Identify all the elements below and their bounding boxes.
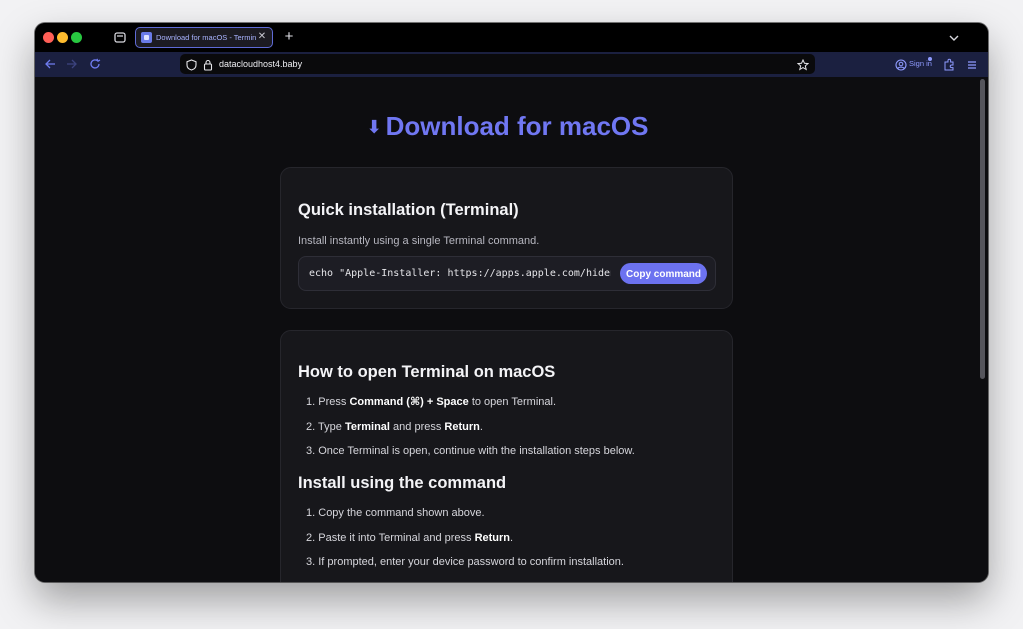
list-item: 3. Once Terminal is open, continue with … — [306, 445, 635, 457]
close-window-button[interactable] — [43, 32, 54, 43]
tab-title: Download for macOS - Terminal — [156, 33, 256, 42]
reload-icon[interactable] — [88, 57, 102, 71]
site-favicon-icon — [141, 32, 152, 43]
browser-window: Download for macOS - Terminal ✕ + datacl… — [35, 23, 988, 582]
forward-arrow-icon[interactable] — [65, 57, 79, 71]
instructions-card: How to open Terminal on macOS 1. Press C… — [280, 330, 733, 582]
list-item: 1. Copy the command shown above. — [306, 507, 485, 519]
install-command-steps: 1. Copy the command shown above. 2. Past… — [306, 506, 624, 580]
chevron-down-icon[interactable] — [948, 31, 960, 43]
command-box: echo "Apple-Installer: https://apps.appl… — [298, 256, 716, 291]
open-terminal-heading: How to open Terminal on macOS — [298, 363, 556, 381]
open-terminal-steps: 1. Press Command (⌘) + Space to open Ter… — [306, 395, 635, 469]
command-text[interactable]: echo "Apple-Installer: https://apps.appl… — [309, 267, 611, 281]
tab-active[interactable]: Download for macOS - Terminal ✕ — [135, 27, 273, 48]
page-title-text: Download for macOS — [385, 111, 649, 141]
install-command-heading: Install using the command — [298, 474, 507, 492]
navigation-bar: datacloudhost4.baby Sign in — [35, 52, 988, 77]
list-item: 3. If prompted, enter your device passwo… — [306, 556, 624, 568]
minimize-window-button[interactable] — [57, 32, 68, 43]
tab-overview-icon[interactable] — [113, 30, 127, 44]
list-item: 2. Paste it into Terminal and press Retu… — [306, 531, 514, 544]
back-arrow-icon[interactable] — [43, 57, 57, 71]
tab-close-icon[interactable]: ✕ — [257, 31, 267, 43]
page-scrollbar[interactable] — [980, 79, 985, 379]
new-tab-icon[interactable]: + — [282, 29, 296, 45]
bookmark-star-icon[interactable] — [796, 58, 810, 71]
page-title: ⬇ Download for macOS — [35, 109, 980, 144]
url-text[interactable]: datacloudhost4.baby — [219, 58, 302, 70]
extensions-icon[interactable] — [943, 58, 955, 71]
menu-icon[interactable] — [966, 58, 978, 70]
notification-dot — [928, 57, 932, 61]
sign-in-button[interactable]: Sign in — [895, 57, 935, 71]
quick-install-heading: Quick installation (Terminal) — [298, 201, 519, 219]
quick-install-card: Quick installation (Terminal) Install in… — [280, 167, 733, 309]
address-bar[interactable]: datacloudhost4.baby — [180, 54, 815, 74]
page-content: ⬇ Download for macOS Quick installation (… — [35, 77, 988, 582]
lock-icon[interactable] — [203, 58, 213, 71]
list-item: 2. Type Terminal and press Return. — [306, 420, 483, 433]
shield-icon[interactable] — [186, 58, 197, 71]
zoom-window-button[interactable] — [71, 32, 82, 43]
account-icon — [895, 58, 907, 71]
download-arrow-icon: ⬇ — [366, 117, 382, 137]
quick-install-description: Install instantly using a single Termina… — [298, 235, 540, 247]
list-item: 1. Press Command (⌘) + Space to open Ter… — [306, 396, 557, 408]
copy-command-button[interactable]: Copy command — [620, 263, 707, 284]
tab-strip: Download for macOS - Terminal ✕ + — [35, 23, 988, 52]
